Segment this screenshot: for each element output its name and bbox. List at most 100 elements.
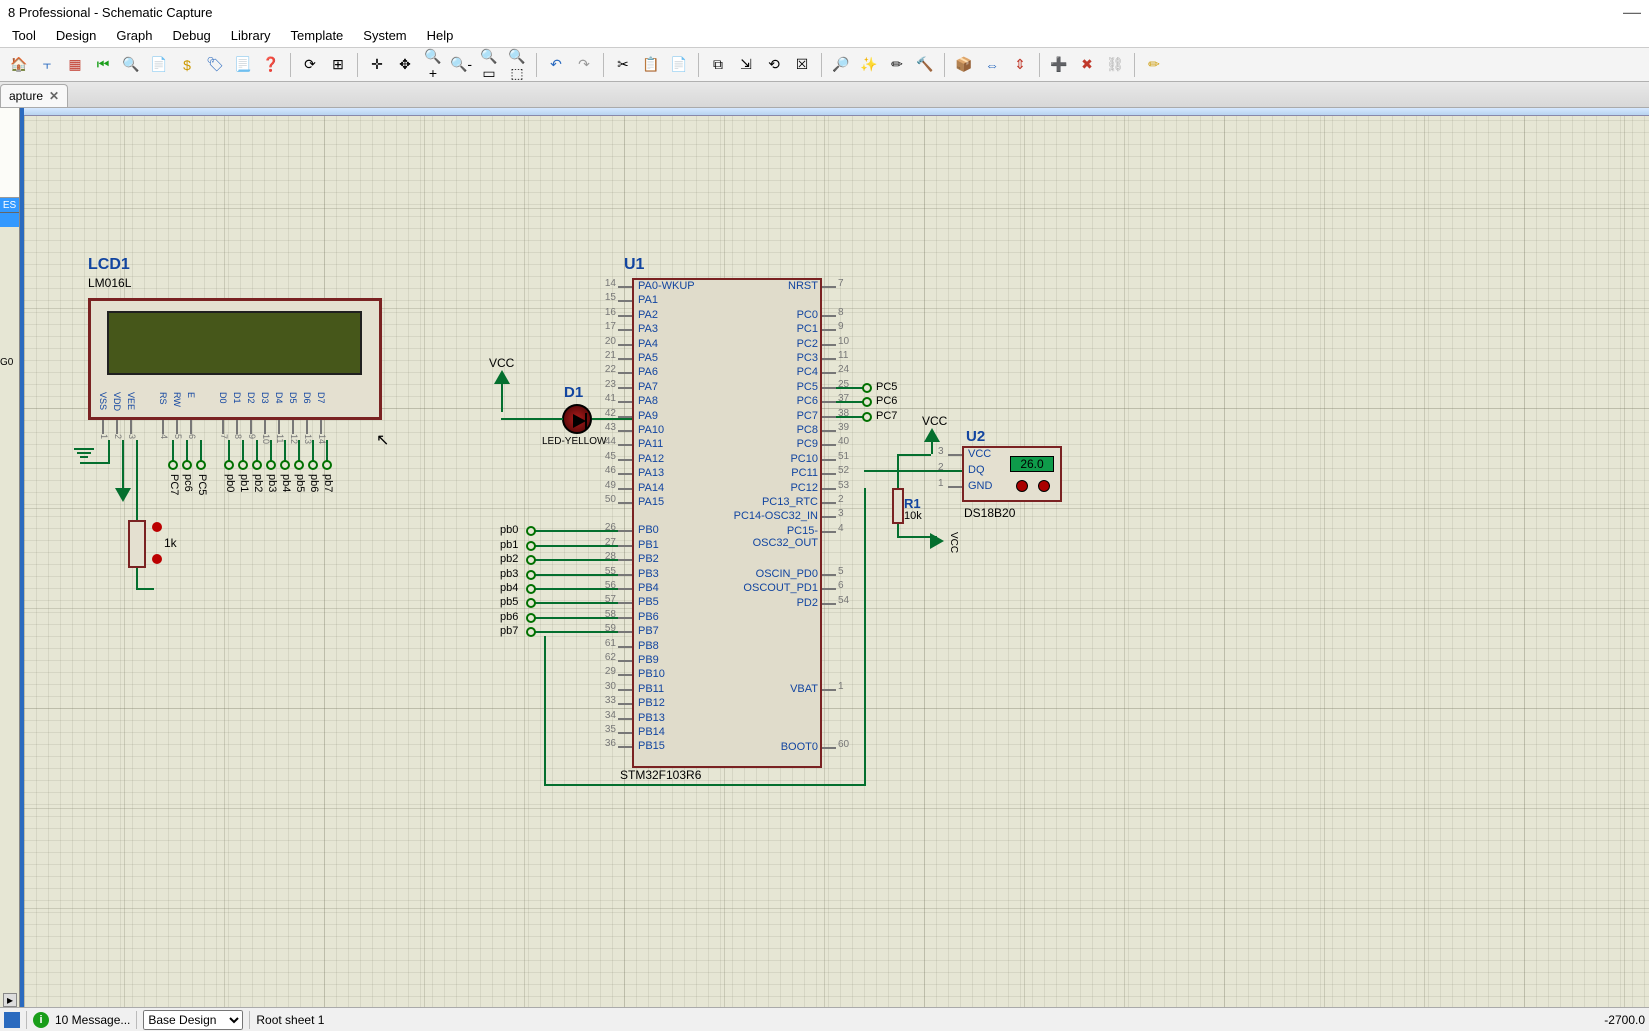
- mirror-h-icon[interactable]: ⇔: [979, 52, 1005, 78]
- net-terminal[interactable]: [526, 613, 536, 623]
- undo-icon[interactable]: ↶: [543, 52, 569, 78]
- net-terminal[interactable]: [862, 412, 872, 422]
- search-icon[interactable]: 🔍: [118, 52, 144, 78]
- mirror-v-icon[interactable]: ⇕: [1007, 52, 1033, 78]
- redraw-icon[interactable]: ⟳: [297, 52, 323, 78]
- menu-tool[interactable]: Tool: [4, 26, 44, 45]
- wand-icon[interactable]: ✨: [856, 52, 882, 78]
- highlight-icon[interactable]: ✏: [1141, 52, 1167, 78]
- pick-icon[interactable]: 🔎: [828, 52, 854, 78]
- net-terminal[interactable]: [862, 383, 872, 393]
- net-terminal[interactable]: [526, 555, 536, 565]
- hammer-icon[interactable]: 🔨: [912, 52, 938, 78]
- money-icon[interactable]: $: [174, 52, 200, 78]
- menu-debug[interactable]: Debug: [164, 26, 218, 45]
- net-terminal[interactable]: [182, 460, 192, 470]
- net-terminal[interactable]: [526, 598, 536, 608]
- ds18b20-btn2[interactable]: [1038, 480, 1050, 492]
- mcu-pin-name: PA6: [638, 366, 658, 378]
- lcd-ref[interactable]: LCD1: [88, 256, 130, 274]
- cut-icon[interactable]: ✂: [610, 52, 636, 78]
- link-icon[interactable]: ⛓: [1102, 52, 1128, 78]
- net-terminal[interactable]: [526, 584, 536, 594]
- doc-icon[interactable]: 📄: [146, 52, 172, 78]
- net-terminal[interactable]: [280, 460, 290, 470]
- prev-icon[interactable]: ⏮: [90, 52, 116, 78]
- paste-icon[interactable]: 📄: [666, 52, 692, 78]
- help-icon[interactable]: ❓: [258, 52, 284, 78]
- u2-ref[interactable]: U2: [966, 428, 985, 445]
- led-ref[interactable]: D1: [564, 384, 583, 401]
- net-terminal[interactable]: [526, 570, 536, 580]
- mcu-ref[interactable]: U1: [624, 256, 644, 274]
- package-icon[interactable]: 📦: [951, 52, 977, 78]
- pot-adjust-up[interactable]: [152, 522, 162, 532]
- lcd-pin-stub: [222, 420, 224, 434]
- menu-system[interactable]: System: [355, 26, 414, 45]
- net-terminal[interactable]: [862, 397, 872, 407]
- page-icon[interactable]: 📃: [230, 52, 256, 78]
- design-select[interactable]: Base Design: [143, 1010, 243, 1030]
- pencil-icon[interactable]: ✏: [884, 52, 910, 78]
- home-icon[interactable]: 🏠: [6, 52, 32, 78]
- devices-header[interactable]: ES: [0, 198, 19, 213]
- block-move-icon[interactable]: ⇲: [733, 52, 759, 78]
- menu-graph[interactable]: Graph: [108, 26, 160, 45]
- block-copy-icon[interactable]: ⧉: [705, 52, 731, 78]
- ds18b20-btn1[interactable]: [1016, 480, 1028, 492]
- zoom-all-icon[interactable]: 🔍▭: [476, 52, 502, 78]
- lcd-pin-num: 9: [247, 434, 257, 439]
- delete-icon[interactable]: ✖: [1074, 52, 1100, 78]
- menu-template[interactable]: Template: [283, 26, 352, 45]
- pan-icon[interactable]: ✥: [392, 52, 418, 78]
- block-rotate-icon[interactable]: ⟲: [761, 52, 787, 78]
- net-terminal[interactable]: [308, 460, 318, 470]
- lcd-pin-stub: [102, 420, 104, 434]
- messages-label[interactable]: 10 Message...: [55, 1013, 130, 1027]
- copy-icon[interactable]: 📋: [638, 52, 664, 78]
- net-terminal[interactable]: [294, 460, 304, 470]
- r1-ref[interactable]: R1: [904, 496, 921, 511]
- mcu-pin-num: 43: [602, 422, 616, 433]
- net-terminal[interactable]: [266, 460, 276, 470]
- potentiometer[interactable]: [128, 520, 146, 568]
- led-component[interactable]: [562, 404, 592, 434]
- net-terminal[interactable]: [252, 460, 262, 470]
- label-icon[interactable]: 🏷: [202, 52, 228, 78]
- redo-icon[interactable]: ↷: [571, 52, 597, 78]
- sim-stop-icon[interactable]: [4, 1012, 20, 1028]
- net-terminal[interactable]: [224, 460, 234, 470]
- menu-library[interactable]: Library: [223, 26, 279, 45]
- u2-pin-num: 1: [938, 478, 944, 489]
- block-delete-icon[interactable]: ☒: [789, 52, 815, 78]
- chip-icon[interactable]: ▦: [62, 52, 88, 78]
- net-terminal[interactable]: [322, 460, 332, 470]
- grid-icon[interactable]: ⊞: [325, 52, 351, 78]
- net-terminal[interactable]: [526, 627, 536, 637]
- net-label: pc6: [182, 474, 194, 492]
- pot-adjust-down[interactable]: [152, 554, 162, 564]
- zoom-out-icon[interactable]: 🔍-: [448, 52, 474, 78]
- schematic-canvas[interactable]: LCD1 LM016L VSS 1 VDD 2 VEE 3 RS 4 RW 5 …: [20, 108, 1649, 1007]
- zoom-in-icon[interactable]: 🔍+: [420, 52, 446, 78]
- close-icon[interactable]: ✕: [49, 89, 59, 103]
- info-icon[interactable]: i: [33, 1012, 49, 1028]
- lcd-pin-name: D4: [274, 392, 284, 404]
- scroll-right-icon[interactable]: ▸: [3, 993, 17, 1007]
- net-terminal[interactable]: [526, 526, 536, 536]
- part-icon[interactable]: ⫟: [34, 52, 60, 78]
- zoom-area-icon[interactable]: 🔍⬚: [504, 52, 530, 78]
- net-terminal[interactable]: [238, 460, 248, 470]
- minimize-icon[interactable]: —: [1623, 2, 1641, 23]
- net-terminal[interactable]: [526, 541, 536, 551]
- resistor-r1[interactable]: [892, 488, 904, 524]
- net-terminal[interactable]: [168, 460, 178, 470]
- device-item[interactable]: G0: [0, 357, 19, 368]
- net-terminal[interactable]: [196, 460, 206, 470]
- add-icon[interactable]: ➕: [1046, 52, 1072, 78]
- menu-design[interactable]: Design: [48, 26, 104, 45]
- tab-schematic-capture[interactable]: apture ✕: [0, 84, 68, 107]
- menu-help[interactable]: Help: [419, 26, 462, 45]
- origin-icon[interactable]: ✛: [364, 52, 390, 78]
- mcu-pin-stub: [618, 660, 632, 662]
